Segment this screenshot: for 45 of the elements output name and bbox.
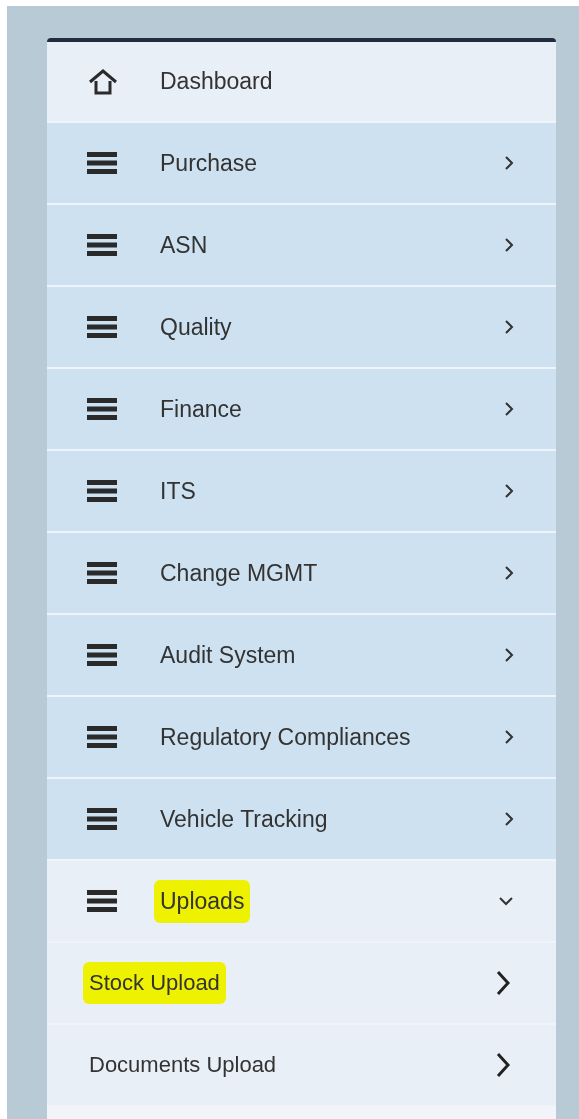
menu-icon [87, 480, 117, 502]
chevron-right-icon [504, 401, 514, 417]
menu-icon [87, 644, 117, 666]
menu-item[interactable]: Quality [47, 287, 556, 369]
menu-item[interactable]: Vehicle Tracking [47, 779, 556, 861]
chevron-right-icon [504, 647, 514, 663]
chevron-right-icon [504, 155, 514, 171]
menu-item[interactable]: Regulatory Compliances [47, 697, 556, 779]
menu-label: Dashboard [160, 67, 273, 96]
chevron-right-icon [504, 565, 514, 581]
menu-icon [87, 234, 117, 256]
chevron-right-icon [496, 970, 510, 996]
chevron-right-icon [504, 319, 514, 335]
submenu-label: Stock Upload [83, 962, 226, 1004]
chevron-down-icon [498, 896, 514, 906]
menu-icon [87, 890, 117, 912]
chevron-right-icon [504, 237, 514, 253]
menu-label: Purchase [160, 148, 258, 178]
menu-item[interactable]: Audit System [47, 615, 556, 697]
menu-label: Uploads [154, 879, 251, 923]
menu-icon [87, 316, 117, 338]
menu-label: Vehicle Tracking [160, 804, 328, 834]
menu-icon [87, 808, 117, 830]
chevron-right-icon [504, 729, 514, 745]
menu-icon [87, 562, 117, 584]
submenu-label: Documents Upload [89, 1051, 277, 1079]
menu-item[interactable]: Finance [47, 369, 556, 451]
menu-label: Quality [160, 312, 232, 342]
menu-item[interactable]: ASN [47, 205, 556, 287]
chevron-right-icon [504, 811, 514, 827]
menu-icon [87, 726, 117, 748]
menu-item[interactable]: Change MGMT [47, 533, 556, 615]
chevron-right-icon [496, 1052, 510, 1078]
menu-item[interactable]: Purchase [47, 123, 556, 205]
menu-label: ITS [160, 476, 196, 506]
menu-label: Change MGMT [160, 558, 318, 588]
menu-item[interactable]: ITS [47, 451, 556, 533]
menu-label: Finance [160, 394, 242, 424]
home-icon [87, 67, 119, 96]
chevron-right-icon [504, 483, 514, 499]
menu-label: ASN [160, 230, 208, 260]
menu-label: Audit System [160, 640, 296, 670]
menu-label: Regulatory Compliances [160, 722, 411, 752]
menu-icon [87, 398, 117, 420]
menu-icon [87, 152, 117, 174]
